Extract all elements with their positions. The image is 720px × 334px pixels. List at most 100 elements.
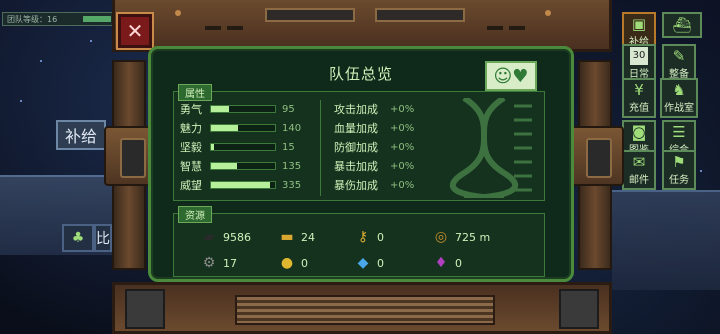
right-menu-missions[interactable]: ⚑ 任务	[662, 150, 696, 190]
clipboard-icon: ☰	[672, 123, 686, 141]
attributes-panel: 属性 勇气 95 魅力 140 坚毅 15 智慧 135 威望 335 攻击加成…	[173, 84, 545, 201]
resource-value: 9586	[223, 230, 251, 244]
bonus-value: +0%	[390, 179, 415, 191]
attribute-name: 坚毅	[180, 141, 202, 154]
gold-bar-icon: ▬	[280, 229, 294, 245]
attribute-row: 威望 335	[180, 176, 310, 194]
frame-right-pillar	[570, 60, 624, 270]
attribute-row: 智慧 135	[180, 157, 310, 175]
bonus-name: 防御加成	[334, 141, 378, 154]
bonus-value: +0%	[390, 103, 415, 115]
right-menu-mail[interactable]: ✉ 邮件	[622, 150, 656, 190]
team-shortcut-icon[interactable]: ♣	[62, 224, 94, 252]
supply-side-tab[interactable]: 补给	[56, 120, 106, 150]
resource-value: 0	[377, 256, 384, 270]
right-menu-recharge[interactable]: ¥ 充值	[622, 78, 656, 118]
resource-item: ▬ 24	[276, 226, 315, 248]
attribute-row: 勇气 95	[180, 100, 310, 118]
attribute-value: 15	[282, 141, 295, 153]
attribute-value: 335	[282, 179, 302, 191]
key-icon: ⚷	[357, 229, 369, 245]
team-overview-panel: 队伍总览 ☺♥ 属性 勇气 95 魅力 140 坚毅 15 智慧 135 威望 …	[148, 46, 574, 282]
attribute-name: 魅力	[180, 122, 202, 135]
gem-icon: ♦	[434, 255, 448, 271]
attribute-bar	[210, 124, 276, 132]
side-shortcut-button[interactable]: 比	[94, 224, 112, 252]
team-members-button[interactable]: ☺♥	[485, 61, 537, 91]
background-ship-right	[612, 190, 720, 290]
star	[90, 40, 92, 42]
frame-bottom	[112, 282, 612, 334]
bonus-name: 攻击加成	[334, 103, 378, 116]
ore-icon: ▰	[203, 229, 215, 245]
attribute-bar	[210, 181, 276, 189]
resource-value: 0	[455, 256, 462, 270]
bonus-name: 血量加成	[334, 122, 378, 135]
resource-value: 24	[301, 230, 315, 244]
star	[700, 170, 702, 172]
resource-item: ⚙ 17	[198, 252, 237, 274]
wrench-icon: ✎	[672, 47, 686, 65]
gear-coin-icon: ⚙	[202, 255, 216, 271]
right-menu-label: 邮件	[629, 175, 649, 186]
right-menu-label: 任务	[669, 175, 689, 186]
resource-item: ♦ 0	[430, 252, 462, 274]
team-member-icon: ☺♥	[493, 65, 529, 87]
resource-item: ◆ 0	[352, 252, 384, 274]
attribute-name: 勇气	[180, 103, 202, 116]
resource-value: 725 m	[455, 230, 491, 244]
compass-icon: ◎	[434, 229, 448, 245]
supply-icon: ▣	[631, 15, 647, 33]
team-level-label: 团队等级：16	[7, 15, 58, 24]
chess-icon: ♞	[672, 81, 686, 99]
right-menu-label: 作战室	[664, 103, 694, 114]
right-menu-label: 充值	[629, 103, 649, 114]
team-level-bar: 团队等级：16	[2, 12, 114, 26]
flag-icon: ⚑	[672, 153, 686, 171]
attribute-divider	[320, 100, 321, 196]
frame-left-pillar	[104, 60, 158, 270]
close-button[interactable]: ✕	[116, 12, 154, 50]
attribute-bar	[210, 162, 276, 170]
bonus-value: +0%	[390, 160, 415, 172]
attribute-bar	[210, 105, 276, 113]
bonus-name: 暴击加成	[334, 160, 378, 173]
attribute-row: 坚毅 15	[180, 138, 310, 156]
calendar-icon: 30	[629, 47, 649, 65]
attribute-row: 魅力 140	[180, 119, 310, 137]
attribute-name: 威望	[180, 179, 202, 192]
resource-item: ⚷ 0	[352, 226, 384, 248]
star	[20, 100, 22, 102]
attribute-value: 95	[282, 103, 295, 115]
mail-icon: ✉	[632, 153, 646, 171]
attributes-tag: 属性	[178, 84, 212, 101]
bonus-row: 防御加成 +0%	[334, 138, 414, 156]
attribute-name: 智慧	[180, 160, 202, 173]
resource-value: 17	[223, 256, 237, 270]
resource-item: ◎ 725 m	[430, 226, 490, 248]
bonus-row: 暴伤加成 +0%	[334, 176, 414, 194]
bonus-row: 攻击加成 +0%	[334, 100, 414, 118]
ship-icon: ⛴	[672, 16, 692, 34]
resources-panel: 资源 ▰ 9586 ▬ 24 ⚷ 0 ◎ 725 m ⚙ 17 ● 0 ◆ 0	[173, 206, 545, 277]
bonus-value: +0%	[390, 122, 415, 134]
resources-tag: 资源	[178, 206, 212, 223]
attribute-value: 140	[282, 122, 302, 134]
close-icon: ✕	[126, 19, 144, 43]
lock-coin-icon: ●	[280, 255, 294, 271]
attribute-bar	[210, 143, 276, 151]
ship-button[interactable]: ⛴	[662, 12, 702, 38]
team-level-progress	[83, 16, 111, 22]
bonus-value: +0%	[390, 141, 415, 153]
crystal-icon: ◆	[357, 255, 369, 271]
bonus-row: 血量加成 +0%	[334, 119, 414, 137]
star	[40, 60, 42, 62]
resource-value: 0	[301, 256, 308, 270]
resource-item: ▰ 9586	[198, 226, 251, 248]
attribute-value: 135	[282, 160, 302, 172]
frame-top	[112, 0, 612, 52]
camera-icon: ◙	[631, 123, 647, 141]
bonus-row: 暴击加成 +0%	[334, 157, 414, 175]
resource-value: 0	[377, 230, 384, 244]
right-menu-war-room[interactable]: ♞ 作战室	[660, 78, 698, 118]
